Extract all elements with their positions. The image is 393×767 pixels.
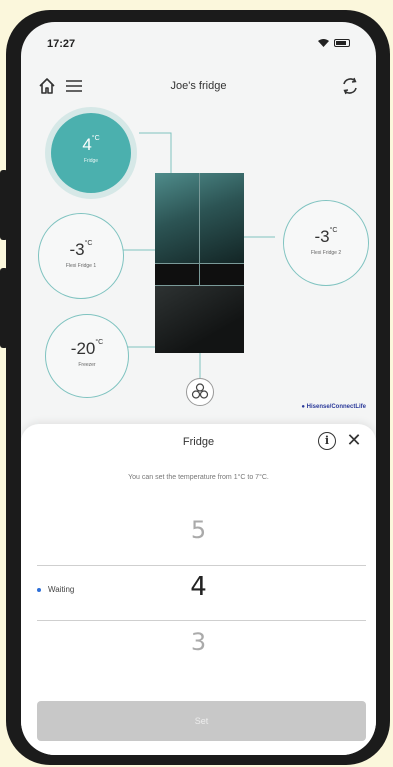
picker-option-above[interactable]: 5: [21, 516, 376, 544]
screen: 17:27 Joe's fridge 4°C Fridge -3°C Flexi…: [21, 22, 376, 755]
flexi-1-label: Flexi Fridge 1: [65, 263, 97, 269]
temperature-hint: You can set the temperature from 1°C to …: [128, 474, 269, 481]
compartment-flexi-1[interactable]: -3°C Flexi Fridge 1: [38, 213, 124, 299]
flexi-2-label: Flexi Fridge 2: [310, 250, 342, 256]
fridge-label: Fridge: [83, 158, 99, 164]
picker-line-top: [37, 565, 366, 566]
flexi-2-unit: °C: [329, 227, 338, 234]
picker-option-below[interactable]: 3: [21, 628, 376, 656]
side-button-lower: [0, 268, 8, 348]
freezer-temp: -20: [70, 339, 96, 358]
side-button-upper: [0, 170, 8, 240]
freezer-unit: °C: [95, 339, 104, 346]
flexi-1-temp: -3: [69, 240, 85, 259]
freezer-label: Freezer: [78, 362, 96, 368]
compartment-flexi-2[interactable]: -3°C Flexi Fridge 2: [283, 200, 369, 286]
fridge-divider-1: [155, 263, 244, 264]
info-icon[interactable]: i: [318, 432, 336, 450]
fan-button[interactable]: [186, 378, 214, 406]
fridge-illustration: [155, 173, 244, 353]
fridge-temp: 4: [82, 135, 92, 154]
picker-line-bottom: [37, 620, 366, 621]
flexi-2-temp: -3: [314, 227, 330, 246]
fridge-divider-2: [155, 285, 244, 286]
fan-icon: [191, 383, 209, 399]
flexi-1-unit: °C: [84, 240, 93, 247]
set-button[interactable]: Set: [37, 701, 366, 741]
temperature-sheet: Fridge i ✕ You can set the temperature f…: [21, 424, 376, 755]
fridge-freezer-drawer: [155, 285, 244, 353]
fridge-diagram: 4°C Fridge -3°C Flexi Fridge 1 -3°C Flex…: [21, 22, 376, 422]
picker-selected[interactable]: 4: [21, 572, 376, 602]
fridge-door-split: [199, 173, 200, 285]
compartment-freezer[interactable]: -20°C Freezer: [45, 314, 129, 398]
brand-logo: ● Hisense/ConnectLife: [301, 404, 366, 410]
close-icon[interactable]: ✕: [344, 430, 364, 450]
fridge-unit: °C: [91, 135, 100, 142]
compartment-fridge[interactable]: 4°C Fridge: [51, 113, 131, 193]
